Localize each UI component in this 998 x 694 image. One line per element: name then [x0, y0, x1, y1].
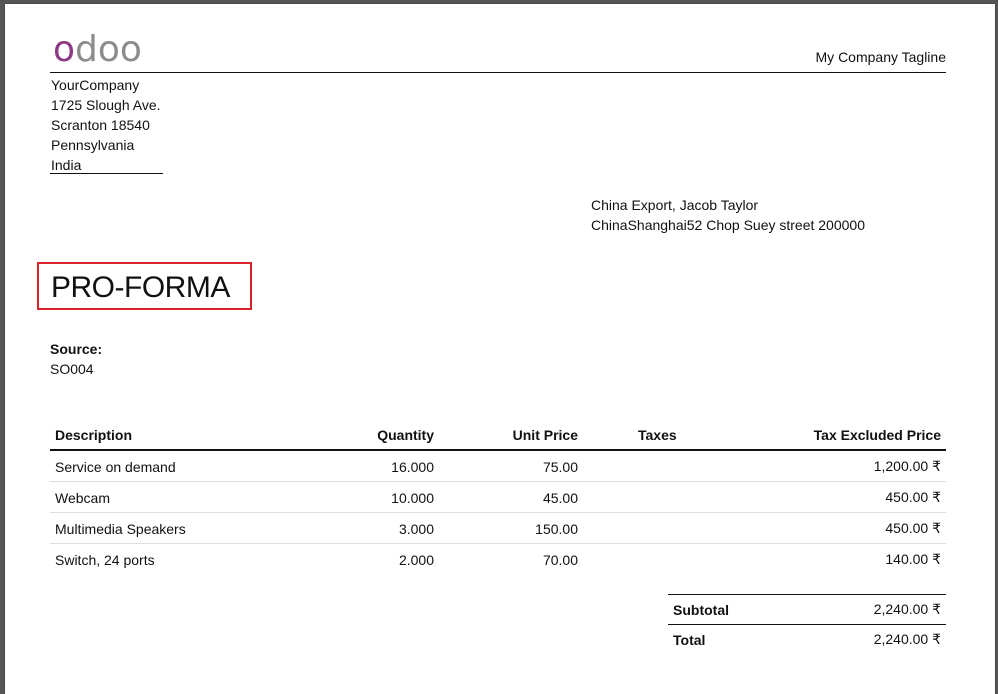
table-row: Service on demand 16.000 75.00 1,200.00 … — [50, 450, 946, 482]
table-row: Multimedia Speakers 3.000 150.00 450.00 … — [50, 512, 946, 544]
column-header-tax-excluded-price: Tax Excluded Price — [763, 420, 946, 451]
column-header-description: Description — [50, 420, 332, 451]
invoice-lines-table: Description Quantity Unit Price Taxes Ta… — [50, 420, 946, 574]
line-unit-price: 70.00 — [542, 551, 578, 568]
header-divider — [50, 72, 946, 73]
document-title: PRO-FORMA — [51, 271, 230, 304]
partner-name: China Export, Jacob Taylor — [591, 197, 759, 213]
line-quantity: 2.000 — [398, 551, 434, 568]
total-row: Total 2,240.00 ₹ — [668, 624, 946, 654]
company-state: Pennsylvania — [51, 137, 135, 153]
company-name: YourCompany — [51, 77, 140, 93]
column-header-quantity: Quantity — [332, 420, 439, 451]
company-tagline: My Company Tagline — [815, 49, 946, 65]
subtotal-label: Subtotal — [668, 594, 797, 625]
company-address: YourCompany 1725 Slough Ave. Scranton 18… — [51, 75, 161, 175]
line-unit-price: 45.00 — [439, 481, 583, 513]
source-value: SO004 — [50, 361, 94, 377]
partner-address: China Export, Jacob Taylor ChinaShanghai… — [591, 195, 865, 235]
report-page: odoo My Company Tagline YourCompany 1725… — [5, 4, 995, 694]
table-row: Switch, 24 ports 2.000 70.00 140.00 ₹ — [50, 544, 946, 575]
line-subtotal: 140.00 ₹ — [885, 551, 941, 567]
line-subtotal: 450.00 ₹ — [763, 481, 946, 513]
column-header-taxes: Taxes — [583, 420, 763, 451]
line-quantity: 3.000 — [332, 512, 439, 544]
line-subtotal: 1,200.00 ₹ — [763, 450, 946, 482]
line-subtotal: 450.00 ₹ — [763, 512, 946, 544]
line-taxes — [583, 450, 763, 482]
line-taxes — [583, 481, 763, 513]
company-city: Scranton 18540 — [51, 117, 150, 133]
line-quantity: 16.000 — [332, 450, 439, 482]
line-unit-price: 150.00 — [439, 512, 583, 544]
source-label: Source: — [50, 341, 103, 357]
line-description: Service on demand — [50, 450, 332, 482]
column-header-unit-price: Unit Price — [439, 420, 583, 451]
company-country: India — [51, 157, 82, 173]
total-label: Total — [668, 624, 797, 654]
line-unit-price: 75.00 — [439, 450, 583, 482]
subtotal-row: Subtotal 2,240.00 ₹ — [668, 594, 946, 625]
line-quantity: 10.000 — [332, 481, 439, 513]
company-address-divider — [50, 173, 163, 174]
partner-street: ChinaShanghai52 Chop Suey street 200000 — [591, 217, 865, 233]
line-description: Switch, 24 ports — [55, 551, 155, 568]
company-street: 1725 Slough Ave. — [51, 97, 161, 113]
table-row: Webcam 10.000 45.00 450.00 ₹ — [50, 481, 946, 513]
table-header-row: Description Quantity Unit Price Taxes Ta… — [50, 420, 946, 451]
subtotal-value: 2,240.00 ₹ — [796, 594, 946, 625]
line-description: Multimedia Speakers — [50, 512, 332, 544]
line-taxes — [583, 512, 763, 544]
company-logo: odoo — [53, 29, 142, 70]
line-description: Webcam — [50, 481, 332, 513]
totals-table: Subtotal 2,240.00 ₹ Total 2,240.00 ₹ — [668, 594, 946, 654]
line-taxes — [583, 544, 763, 575]
total-value: 2,240.00 ₹ — [796, 624, 946, 654]
